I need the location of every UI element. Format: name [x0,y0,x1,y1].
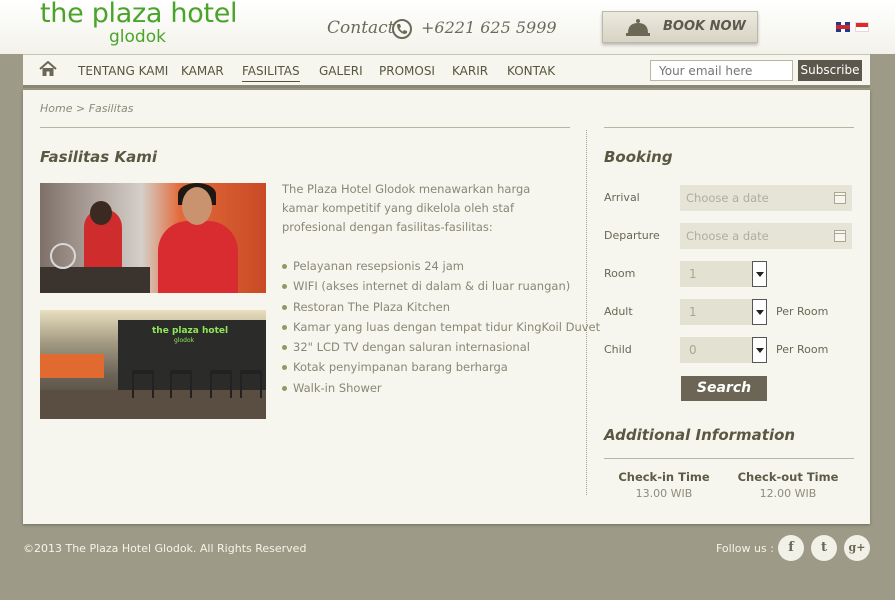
nav-kontak[interactable]: KONTAK [507,64,555,78]
facilities-intro: The Plaza Hotel Glodok menawarkan harga … [282,182,531,234]
service-bell-icon [626,19,650,36]
book-now-label: BOOK NOW [663,19,746,34]
checkin-value: 13.00 WIB [635,487,693,500]
chevron-down-icon[interactable] [752,261,767,287]
logo-text[interactable]: the plaza hotel [40,0,238,29]
list-item: Walk-in Shower [282,378,600,398]
chevron-down-icon[interactable] [752,337,767,363]
child-value: 0 [689,343,697,357]
booking-title: Booking [604,148,673,166]
phone-number: +6221 625 5999 [421,18,557,37]
nav-karir[interactable]: KARIR [452,64,488,78]
home-icon[interactable] [39,61,57,77]
newsletter-email-input[interactable] [650,60,793,81]
follow-us-label: Follow us : [716,542,774,555]
reception-photo [40,183,266,293]
content-panel: Home > Fasilitas Fasilitas Kami the plaz… [23,90,870,524]
nav-galeri[interactable]: GALERI [319,64,363,78]
child-select[interactable]: 0 [680,337,767,363]
departure-label: Departure [604,229,660,242]
facilities-list: Pelayanan resepsionis 24 jam WIFI (akses… [282,256,600,398]
chevron-down-icon[interactable] [752,299,767,325]
subscribe-button[interactable]: Subscribe [798,60,862,81]
adult-per-room: Per Room [776,305,829,318]
twitter-icon[interactable]: t [811,535,837,561]
calendar-icon[interactable] [834,192,846,204]
arrival-label: Arrival [604,191,640,204]
checkout-value: 12.00 WIB [759,487,817,500]
checkin-label: Check-in Time [618,470,710,484]
child-per-room: Per Room [776,343,829,356]
contact-label: Contact [327,18,395,38]
list-item: Kotak penyimpanan barang berharga [282,357,600,377]
child-label: Child [604,343,632,356]
additional-info-title: Additional Information [604,426,796,444]
restaurant-sign-sub: glodok [174,337,195,344]
nav-kamar[interactable]: KAMAR [181,64,224,78]
book-now-button[interactable]: BOOK NOW [602,11,758,43]
flag-en-icon[interactable] [836,22,850,32]
nav-promosi[interactable]: PROMOSI [379,64,435,78]
phone-icon [392,19,412,39]
info-divider [604,458,854,459]
room-value: 1 [689,267,697,281]
list-item: Kamar yang luas dengan tempat tidur King… [282,317,600,337]
divider-left [40,127,570,128]
adult-select[interactable]: 1 [680,299,767,325]
list-item: Restoran The Plaza Kitchen [282,297,600,317]
divider-right [604,127,854,128]
list-item: Pelayanan resepsionis 24 jam [282,256,600,276]
facebook-icon[interactable]: f [778,535,804,561]
facilities-title: Fasilitas Kami [40,148,157,166]
checkout-label: Check-out Time [737,470,839,484]
list-item: WIFI (akses internet di dalam & di luar … [282,276,600,296]
google-plus-icon[interactable]: g+ [844,535,870,561]
logo-subtext[interactable]: glodok [109,27,166,47]
search-button[interactable]: Search [681,376,767,401]
restaurant-photo: the plaza hotel glodok [40,310,266,419]
calendar-icon[interactable] [834,230,846,242]
nav-fasilitas[interactable]: FASILITAS [242,64,300,82]
arrival-date-placeholder: Choose a date [686,191,769,205]
breadcrumb[interactable]: Home > Fasilitas [40,102,133,115]
site-header: the plaza hotel glodok Contact +6221 625… [0,0,895,54]
room-select[interactable]: 1 [680,261,767,287]
arrival-date-field[interactable]: Choose a date [680,185,852,211]
room-label: Room [604,267,636,280]
departure-date-placeholder: Choose a date [686,229,769,243]
adult-value: 1 [689,305,697,319]
nav-tentang-kami[interactable]: TENTANG KAMI [78,64,168,78]
flag-id-icon[interactable] [855,22,869,32]
main-nav: TENTANG KAMI KAMAR FASILITAS GALERI PROM… [23,54,870,88]
departure-date-field[interactable]: Choose a date [680,223,852,249]
list-item: 32" LCD TV dengan saluran internasional [282,337,600,357]
copyright-text: ©2013 The Plaza Hotel Glodok. All Rights… [23,542,307,555]
restaurant-sign: the plaza hotel [152,326,229,336]
adult-label: Adult [604,305,633,318]
